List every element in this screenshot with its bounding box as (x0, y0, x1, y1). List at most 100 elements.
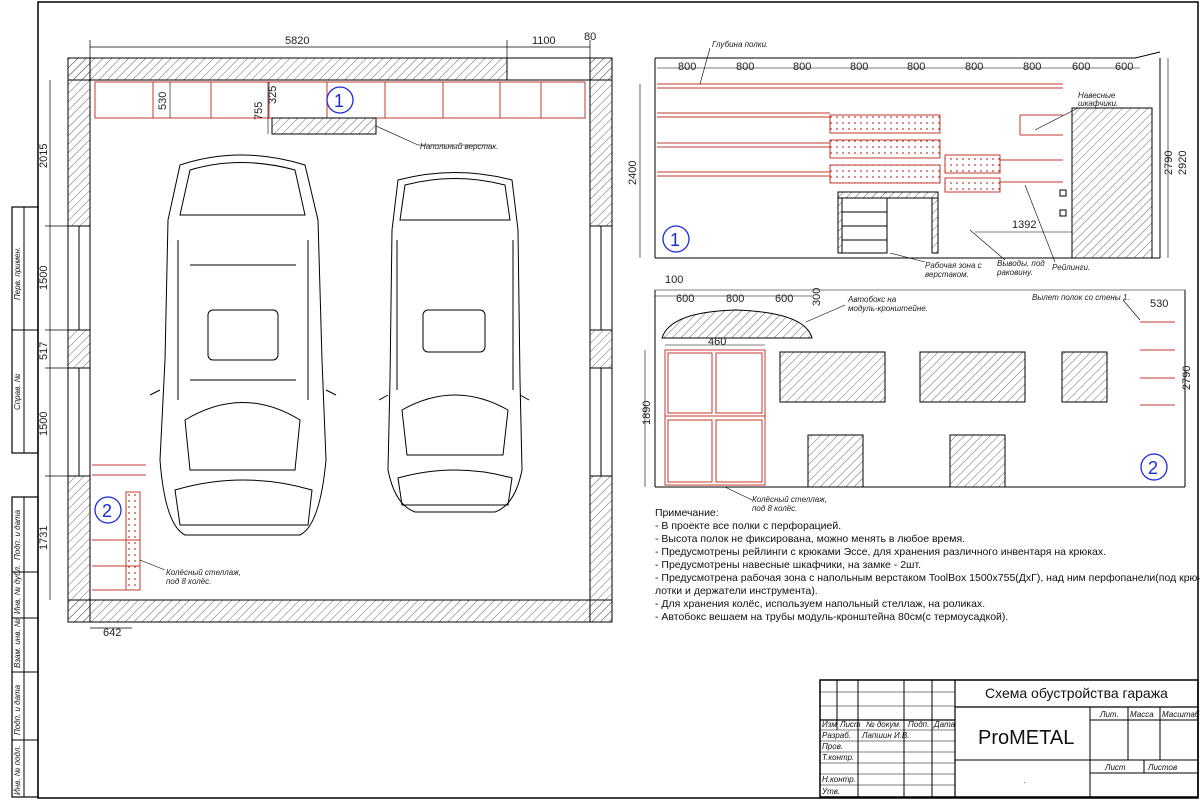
company-name: ProMETAL (978, 727, 1074, 749)
elevation-1: 800 800 800 800 800 800 800 600 600 Глуб… (627, 40, 1189, 279)
elev-tire-rack (664, 349, 766, 486)
marker-2-plan-label: 2 (102, 501, 112, 521)
note-line-3: - Предусмотрены рейлинги с крюками Эссе,… (655, 546, 1106, 558)
elev2-dim-800: 800 (726, 293, 744, 305)
perfo-panel-1 (829, 114, 941, 134)
elev2-dim-600b: 600 (775, 293, 793, 305)
workbench-label: Напольный верстак. (420, 142, 498, 151)
note-line-4: - Предусмотрены навесные шкафчики, на за… (655, 559, 921, 571)
stamp-label-6: Подп. и дата (13, 684, 22, 735)
elev-tire-label-2: под 8 колёс. (752, 504, 797, 513)
wall-bottom (67, 599, 613, 623)
col-lit: Лит. (1099, 710, 1119, 719)
elev-workbench-top (837, 191, 939, 199)
w7: 800 (1023, 61, 1041, 73)
head-date: Дата (933, 720, 956, 729)
note-line-7: - Для хранения колёс, используем напольн… (655, 598, 985, 610)
w9: 600 (1115, 61, 1133, 73)
note-line-6: лотки и держатели инструмента). (655, 585, 818, 597)
depth-label: Глубина полки. (712, 40, 768, 49)
perfo-panel-3 (829, 164, 941, 184)
w1: 800 (678, 61, 696, 73)
head-podp: Подп. (908, 720, 929, 729)
note-line-8: - Автобокс вешаем на трубы модуль-кроншт… (655, 611, 1008, 623)
dim-1100: 1100 (532, 35, 556, 47)
stamp-label-5: Взам. инв. № (13, 618, 22, 668)
w3: 800 (793, 61, 811, 73)
marker-1-plan-label: 1 (334, 91, 344, 111)
drawing-title: Схема обустройства гаража (985, 685, 1168, 701)
elev1-h-2400: 2400 (627, 161, 639, 185)
dim-755: 755 (253, 102, 265, 120)
garage-drawing: Перв. примен. Справ. № Подп. и дата Инв.… (11, 1, 1200, 799)
bottom-dot: . (1024, 776, 1026, 785)
window-elev-3 (1061, 351, 1108, 403)
tkontr: Т.контр. (822, 753, 854, 762)
note-line-5: - Предусмотрена рабочая зона с напольным… (655, 572, 1200, 584)
col-scale: Масштаб (1162, 710, 1200, 719)
col-mass: Масса (1130, 710, 1154, 719)
label-list: Лист (1104, 763, 1126, 772)
w8: 600 (1072, 61, 1090, 73)
stamp-label-2: Справ. № (13, 373, 22, 410)
plan-workbench (271, 117, 377, 135)
dim-325: 325 (267, 86, 279, 104)
rails-label: Рейлинги. (1052, 263, 1090, 272)
elev2-h-2790: 2790 (1181, 366, 1193, 390)
tall-cabinet (1071, 107, 1153, 259)
stamp-label-4: Инв. № дубл. (13, 565, 22, 614)
marker-2-elev-label: 2 (1148, 458, 1158, 478)
dim-1392: 1392 (1012, 219, 1036, 231)
autobox (661, 309, 813, 339)
perfo-panel-2 (829, 139, 941, 159)
outlets-label-1: Выводы, под (997, 259, 1045, 268)
dim-1500-b: 1500 (38, 412, 50, 436)
cabinets-label-2: шкафчики. (1078, 99, 1118, 108)
perfo-panel-5 (944, 177, 1001, 193)
window-elev-2 (919, 351, 1026, 403)
outlets-label-2: раковину. (996, 268, 1033, 277)
w6: 800 (965, 61, 983, 73)
autobox-label-1: Автобокс на (847, 295, 897, 304)
stamp-label-3: Подп. и дата (13, 509, 22, 560)
dim-1731: 1731 (38, 526, 50, 550)
elev1-h-2790: 2790 (1163, 151, 1175, 175)
elev1-h-2920: 2920 (1177, 151, 1189, 175)
elev2-dim-460: 460 (708, 336, 726, 348)
razrab-name: Лапшин И.В. (861, 731, 909, 740)
head-list: Лист (839, 720, 861, 729)
utv: Утв. (821, 787, 840, 796)
elev2-dim-100: 100 (665, 274, 683, 286)
title-block-text: Схема обустройства гаража ProMETAL Лит. … (821, 685, 1200, 796)
elev2-dim-300: 300 (811, 288, 823, 306)
marker-1-elev-label: 1 (670, 230, 680, 250)
stamp-label-1: Перв. примен. (13, 247, 22, 300)
dim-80: 80 (584, 31, 596, 43)
nkontr: Н.контр. (822, 775, 856, 784)
vent-elev-1 (807, 434, 864, 488)
dim-530-elev: 530 (1150, 298, 1168, 310)
notes-heading: Примечание: (655, 507, 719, 519)
wall-right (589, 57, 613, 623)
w5: 800 (907, 61, 925, 73)
dim-5820: 5820 (285, 35, 309, 47)
head-doc: № докум. (866, 720, 901, 729)
label-listov: Листов (1147, 763, 1177, 772)
wall-left (67, 57, 91, 623)
elev2-dim-600a: 600 (676, 293, 694, 305)
window-elev-1 (779, 351, 886, 403)
vent-elev-2 (949, 434, 1006, 488)
note-line-1: - В проекте все полки с перфорацией. (655, 520, 841, 532)
plan-view: Напольный верстак. 5820 1100 80 2015 150… (38, 31, 613, 639)
razrab: Разраб. (822, 731, 851, 740)
note-line-2: - Высота полок не фиксирована, можно мен… (655, 533, 965, 545)
workzone-label-2: верстаком. (925, 270, 969, 279)
side-stamp: Перв. примен. Справ. № Подп. и дата Инв.… (11, 206, 39, 798)
dim-642: 642 (103, 627, 121, 639)
elevation-2: Автобокс на модуль-кронштейне. Колёсный … (641, 274, 1193, 513)
w2: 800 (736, 61, 754, 73)
notes: Примечание: - В проекте все полки с перф… (655, 507, 1200, 623)
shelf-label: Вылет полок со стены 1. (1032, 293, 1130, 302)
prov: Пров. (822, 742, 843, 751)
w4: 800 (850, 61, 868, 73)
